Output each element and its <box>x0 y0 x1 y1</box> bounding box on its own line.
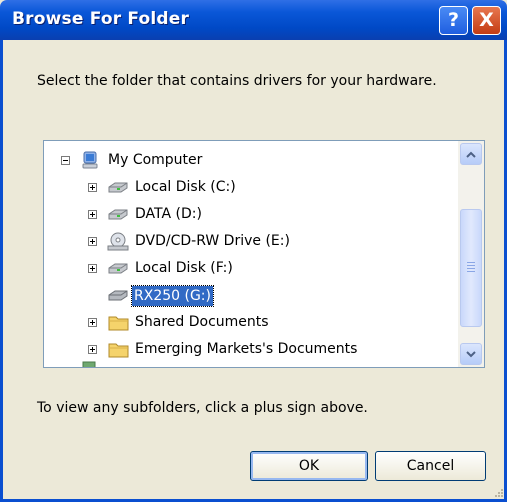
scroll-down-button[interactable] <box>460 343 482 365</box>
hint-text: To view any subfolders, click a plus sig… <box>37 400 368 416</box>
tree-item-label: Emerging Markets's Documents <box>135 341 358 357</box>
tree-item-local-disk-c[interactable]: Local Disk (C:) <box>44 177 459 199</box>
tree-item-label: Local Disk (C:) <box>135 179 236 195</box>
tree-item-label: Shared Documents <box>135 314 269 330</box>
grip-line <box>467 265 475 266</box>
help-button[interactable]: ? <box>439 6 468 35</box>
close-icon: X <box>479 9 494 31</box>
tree-item-rx250-g[interactable]: RX250 (G:) <box>44 285 459 307</box>
tree-item-data-d[interactable]: DATA (D:) <box>44 204 459 226</box>
tree-item-my-computer[interactable]: My Computer <box>44 150 459 172</box>
tree-item-local-disk-f[interactable]: Local Disk (F:) <box>44 258 459 280</box>
tree-item-shared-documents[interactable]: Shared Documents <box>44 312 459 334</box>
tree-item-label: Local Disk (F:) <box>135 260 233 276</box>
hard-drive-icon <box>108 209 128 220</box>
removable-drive-icon <box>108 290 128 301</box>
title-bar[interactable]: Browse For Folder ? X <box>0 0 507 40</box>
folder-icon <box>108 343 129 358</box>
chevron-up-icon <box>466 151 476 158</box>
hard-drive-icon <box>108 182 128 193</box>
cd-drive-icon <box>107 232 129 251</box>
grip-line <box>467 268 475 269</box>
expand-toggle[interactable] <box>88 318 97 327</box>
grip-line <box>467 262 475 263</box>
ok-button[interactable]: OK <box>250 451 368 481</box>
tree-item-label: DATA (D:) <box>135 206 202 222</box>
scroll-thumb[interactable] <box>460 209 482 327</box>
tree-item-emerging-markets-documents[interactable]: Emerging Markets's Documents <box>44 339 459 361</box>
my-computer-icon <box>82 151 98 169</box>
expand-toggle[interactable] <box>88 183 97 192</box>
folder-icon <box>108 316 129 331</box>
cancel-button[interactable]: Cancel <box>375 451 486 481</box>
tree-item-dvd-drive-e[interactable]: DVD/CD-RW Drive (E:) <box>44 231 459 253</box>
chevron-down-icon <box>466 350 476 357</box>
tree-vertical-scrollbar[interactable] <box>458 141 484 367</box>
expand-toggle[interactable] <box>88 210 97 219</box>
folder-tree[interactable]: My Computer Local Disk (C:) DATA (D:) DV… <box>43 140 485 368</box>
grip-line <box>467 271 475 272</box>
tree-item-label: My Computer <box>108 152 203 168</box>
browse-for-folder-dialog: Browse For Folder ? X Select the folder … <box>0 0 507 502</box>
scroll-up-button[interactable] <box>460 143 482 165</box>
expand-toggle[interactable] <box>88 264 97 273</box>
help-icon: ? <box>447 9 460 31</box>
expand-toggle[interactable] <box>88 345 97 354</box>
window-border-left <box>0 40 3 502</box>
instruction-text: Select the folder that contains drivers … <box>37 73 437 89</box>
tree-item-label: RX250 (G:) <box>131 285 214 307</box>
resize-grip-icon[interactable] <box>492 486 504 498</box>
network-places-icon <box>82 361 96 367</box>
tree-item-label: DVD/CD-RW Drive (E:) <box>135 233 290 249</box>
collapse-toggle[interactable] <box>61 156 70 165</box>
hard-drive-icon <box>108 263 128 274</box>
close-button[interactable]: X <box>472 6 501 35</box>
expand-toggle[interactable] <box>88 237 97 246</box>
dialog-title: Browse For Folder <box>12 9 190 29</box>
